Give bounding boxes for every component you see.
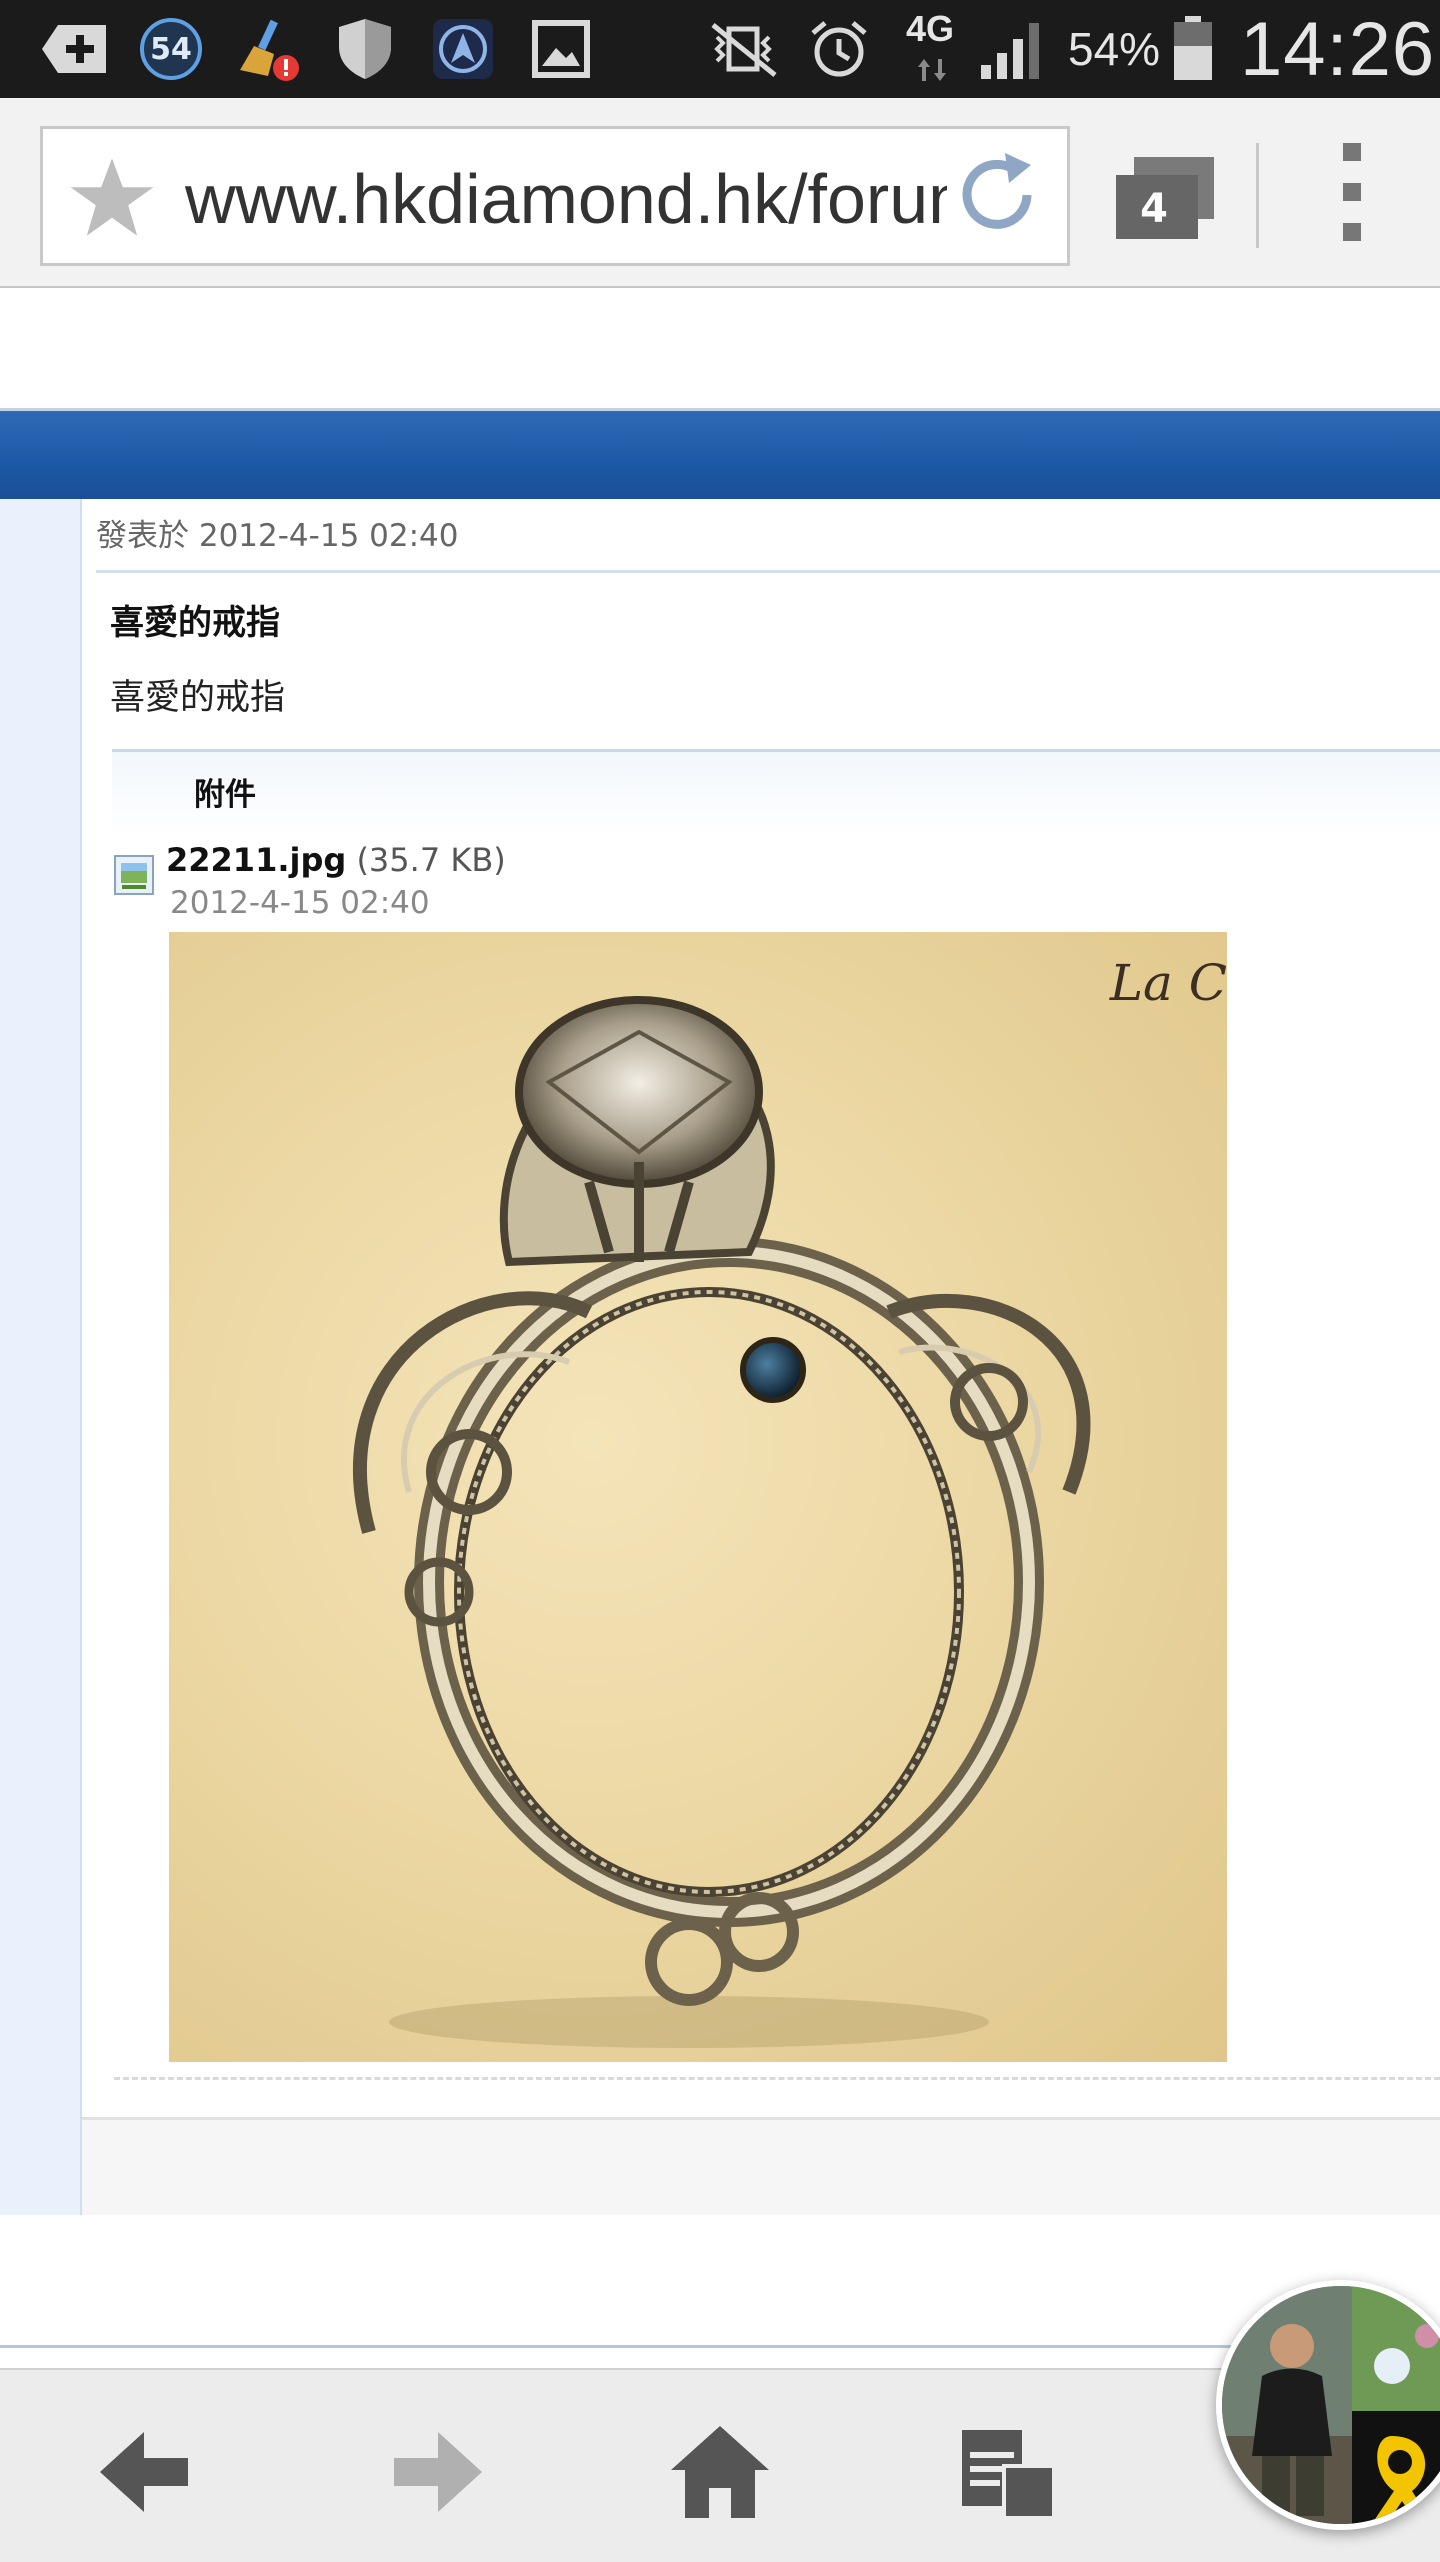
battery-percent: 54% (1068, 23, 1161, 75)
tab-count: 4 (1140, 186, 1168, 232)
clock: 14:26 (1240, 7, 1436, 92)
browser-toolbar: www.hkdiamond.hk/forum 4 (0, 98, 1440, 288)
add-notification-icon (38, 14, 112, 84)
post-body: 喜愛的戒指 (110, 678, 286, 718)
address-bar[interactable]: www.hkdiamond.hk/forum (40, 126, 1070, 266)
page-header-blank (0, 290, 1440, 411)
attachment-header (112, 749, 1440, 838)
attachment-size: (35.7 KB) (356, 841, 506, 879)
ring-illustration (353, 996, 1091, 2048)
alarm-icon (804, 14, 874, 84)
app-icon (428, 14, 498, 84)
post-footer (82, 2117, 1440, 2219)
shield-icon (330, 14, 400, 84)
forum-header-bar (0, 411, 1440, 499)
url-text[interactable]: www.hkdiamond.hk/forum (185, 151, 947, 247)
mute-vibrate-icon (700, 14, 786, 84)
bookmarks-icon[interactable] (952, 2422, 1062, 2522)
ring-image[interactable]: La C (169, 932, 1227, 2062)
attachment-file[interactable]: 22211.jpg (35.7 KB) (166, 841, 506, 879)
notification-count-badge: 54 (136, 14, 206, 84)
image-watermark: La C (1109, 954, 1227, 1012)
attachment-filename[interactable]: 22211.jpg (166, 841, 346, 879)
forum-post: 發表於 2012-4-15 02:40 喜愛的戒指 喜愛的戒指 附件 22211… (82, 499, 1440, 2219)
notification-count: 54 (140, 18, 202, 80)
back-arrow-icon[interactable] (92, 2422, 202, 2522)
reload-icon[interactable] (947, 145, 1047, 245)
signal-strength-icon (974, 14, 1052, 84)
network-type: 4G (906, 8, 955, 49)
post-divider (114, 2077, 1440, 2080)
gallery-icon (526, 14, 596, 84)
bookmark-star-icon[interactable] (67, 153, 157, 243)
data-arrows-icon (912, 56, 952, 84)
chat-head-avatar (1222, 2286, 1440, 2524)
attachment-section-label: 附件 (194, 777, 256, 813)
toolbar-divider (1256, 143, 1259, 248)
home-icon[interactable] (665, 2422, 775, 2522)
forward-arrow-icon[interactable] (380, 2422, 490, 2522)
attachment-date: 2012-4-15 02:40 (170, 885, 430, 921)
page-blank-area (0, 2215, 1440, 2348)
status-bar: 54 4G 54% 14:26 (0, 0, 1440, 98)
battery-icon (1168, 14, 1218, 84)
image-file-icon (114, 855, 154, 895)
post-title: 喜愛的戒指 (110, 603, 280, 643)
author-column (0, 499, 82, 2215)
web-page: 發表於 2012-4-15 02:40 喜愛的戒指 喜愛的戒指 附件 22211… (0, 290, 1440, 2370)
overflow-menu-button[interactable] (1330, 143, 1374, 253)
cleaner-icon (232, 14, 302, 84)
post-timestamp: 發表於 2012-4-15 02:40 (96, 499, 1440, 573)
